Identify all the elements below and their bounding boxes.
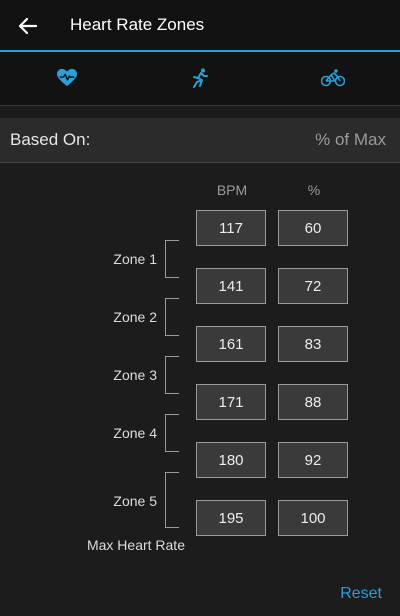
cycling-icon bbox=[321, 69, 345, 87]
zone-label: Zone 3 bbox=[113, 367, 157, 383]
max-heart-rate-label: Max Heart Rate bbox=[86, 537, 185, 553]
percent-value-box[interactable]: 92 bbox=[278, 442, 348, 478]
percent-column-header: % bbox=[307, 182, 321, 198]
reset-button[interactable]: Reset bbox=[340, 585, 382, 603]
zone-label: Zone 5 bbox=[113, 493, 157, 509]
bpm-value-box[interactable]: 141 bbox=[196, 268, 266, 304]
max-bpm-value-box[interactable]: 195 bbox=[196, 500, 266, 536]
percent-value-box[interactable]: 88 bbox=[278, 384, 348, 420]
tab-running[interactable] bbox=[133, 52, 266, 104]
tab-cycling[interactable] bbox=[266, 52, 400, 104]
bpm-value-box[interactable]: 117 bbox=[196, 210, 266, 246]
app-header: Heart Rate Zones bbox=[0, 0, 400, 52]
tab-heart-rate[interactable] bbox=[0, 52, 133, 104]
percent-value-box[interactable]: 60 bbox=[278, 210, 348, 246]
back-button[interactable] bbox=[14, 12, 42, 40]
based-on-row[interactable]: Based On: % of Max bbox=[0, 118, 400, 163]
percent-value-box[interactable]: 83 bbox=[278, 326, 348, 362]
based-on-value: % of Max bbox=[315, 130, 386, 149]
percent-value-box[interactable]: 72 bbox=[278, 268, 348, 304]
based-on-label: Based On: bbox=[10, 130, 91, 149]
tab-bar bbox=[0, 52, 400, 156]
zone-label: Zone 2 bbox=[113, 309, 157, 325]
zone-bracket bbox=[165, 356, 179, 394]
bpm-column-header: BPM bbox=[216, 182, 248, 198]
bpm-value-box[interactable]: 161 bbox=[196, 326, 266, 362]
zone-bracket bbox=[165, 472, 179, 528]
zone-bracket bbox=[165, 414, 179, 452]
page-title: Heart Rate Zones bbox=[70, 15, 205, 34]
back-arrow-icon bbox=[18, 17, 38, 35]
bpm-value-box[interactable]: 171 bbox=[196, 384, 266, 420]
bpm-value-box[interactable]: 180 bbox=[196, 442, 266, 478]
zone-bracket bbox=[165, 240, 179, 278]
zone-label: Zone 1 bbox=[113, 251, 157, 267]
max-percent-value-box[interactable]: 100 bbox=[278, 500, 348, 536]
zone-bracket bbox=[165, 298, 179, 336]
running-icon bbox=[192, 68, 208, 88]
heart-rate-icon bbox=[56, 68, 77, 87]
zone-label: Zone 4 bbox=[113, 425, 157, 441]
